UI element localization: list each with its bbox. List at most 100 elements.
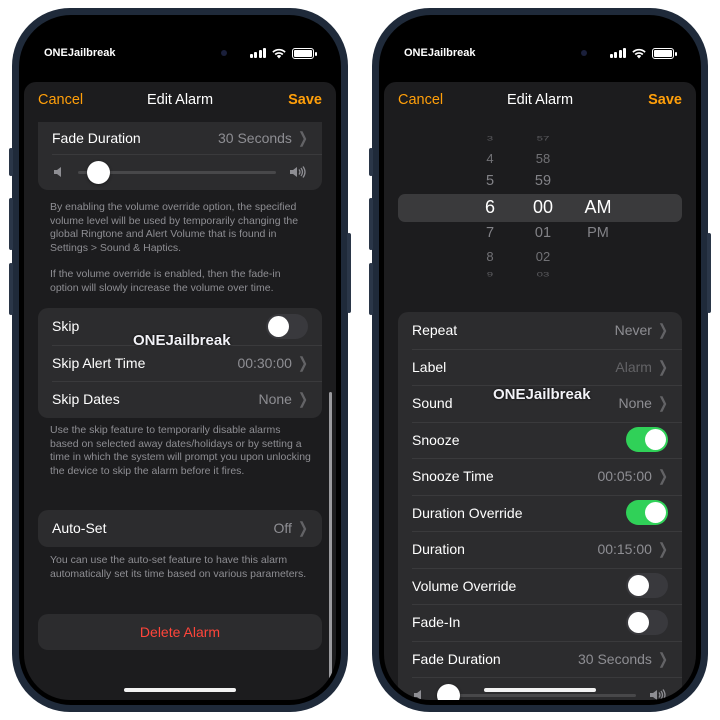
- chevron-right-icon: ❯: [297, 128, 308, 148]
- skip-group: Skip Skip Alert Time 00:30:00 ❯ Skip Dat…: [38, 308, 322, 418]
- duration-row[interactable]: Duration 00:15:00 ❯: [398, 531, 682, 568]
- nav-bar: Cancel Edit Alarm Save: [384, 82, 696, 118]
- save-button[interactable]: Save: [648, 92, 682, 108]
- minute-wheel[interactable]: 57 58 59 00 01 02 03: [520, 118, 566, 279]
- fade-duration-label: Fade Duration: [52, 130, 141, 146]
- minute-item[interactable]: 03: [520, 272, 566, 279]
- volume-slider[interactable]: [436, 683, 636, 700]
- signal-icon: [249, 48, 266, 58]
- fade-duration-value: 30 Seconds: [217, 130, 292, 146]
- hour-item[interactable]: 8: [470, 249, 510, 264]
- duration-override-label: Duration Override: [412, 504, 523, 521]
- auto-set-note: You can use the auto-set feature to have…: [50, 554, 307, 580]
- toggle-knob: [645, 502, 666, 524]
- hour-item[interactable]: 7: [470, 225, 510, 241]
- bezel: ONEJailbreak Cancel Edit Alarm Save Fade…: [19, 15, 341, 705]
- period-item[interactable]: PM: [576, 225, 620, 241]
- period-wheel[interactable]: AM PM: [576, 118, 620, 268]
- signal-icon: [609, 48, 626, 58]
- carrier-label: ONEJailbreak: [404, 47, 476, 59]
- hour-wheel[interactable]: 3 4 5 6 7 8 9: [470, 118, 510, 279]
- duration-override-toggle[interactable]: [626, 500, 668, 526]
- cancel-button[interactable]: Cancel: [38, 92, 83, 108]
- minute-item[interactable]: 02: [520, 249, 566, 264]
- chevron-right-icon: ❯: [657, 467, 668, 486]
- skip-row: Skip: [38, 308, 322, 345]
- minute-item[interactable]: 01: [520, 225, 566, 241]
- hour-item[interactable]: 3: [470, 136, 510, 143]
- volume-up-button: [9, 198, 13, 250]
- scroll-indicator[interactable]: [329, 392, 332, 684]
- chevron-right-icon: ❯: [657, 649, 668, 668]
- volume-slider-thumb[interactable]: [86, 160, 110, 184]
- minute-item[interactable]: 57: [520, 136, 566, 143]
- volume-override-note: By enabling the volume override option, …: [50, 201, 299, 254]
- label-row[interactable]: Label Alarm ❯: [398, 348, 682, 386]
- toggle-knob: [628, 611, 649, 633]
- minute-item[interactable]: 00: [520, 197, 566, 218]
- period-item[interactable]: AM: [576, 197, 620, 218]
- snooze-row: Snooze: [398, 421, 682, 459]
- battery-icon: [292, 47, 317, 59]
- minute-item[interactable]: 58: [520, 151, 566, 166]
- auto-set-label: Auto-Set: [52, 520, 107, 537]
- page-title: Edit Alarm: [506, 92, 574, 108]
- repeat-value: Never: [614, 322, 652, 339]
- hour-item[interactable]: 9: [470, 272, 510, 279]
- alarm-settings-group: Repeat Never ❯ Label Alarm ❯ Sound None …: [398, 312, 682, 700]
- fade-duration-value: 30 Seconds: [577, 650, 652, 667]
- volume-override-toggle[interactable]: [626, 573, 668, 599]
- fade-duration-row[interactable]: Fade Duration 30 Seconds ❯: [38, 122, 322, 154]
- snooze-time-label: Snooze Time: [412, 468, 494, 485]
- hour-item[interactable]: 4: [470, 151, 510, 166]
- hour-item[interactable]: 6: [470, 197, 510, 218]
- time-picker[interactable]: 3 4 5 6 7 8 9 57 58 59 00 01 02 03 AM PM: [384, 118, 696, 279]
- volume-slider[interactable]: [78, 160, 276, 184]
- fade-duration-row[interactable]: Fade Duration 30 Seconds ❯: [398, 640, 682, 678]
- home-indicator[interactable]: [124, 688, 236, 692]
- volume-up-button: [369, 198, 373, 250]
- status-bar: ONEJailbreak: [404, 44, 677, 62]
- minute-item[interactable]: 59: [520, 173, 566, 189]
- delete-alarm-button[interactable]: Delete Alarm: [38, 614, 322, 650]
- bezel: ONEJailbreak Cancel Edit Alarm Save 3 4 …: [379, 15, 701, 705]
- save-button[interactable]: Save: [288, 92, 322, 108]
- skip-alert-time-value: 00:30:00: [237, 354, 292, 371]
- repeat-row[interactable]: Repeat Never ❯: [398, 312, 682, 349]
- home-indicator[interactable]: [484, 688, 596, 692]
- cancel-button[interactable]: Cancel: [398, 92, 443, 108]
- skip-toggle[interactable]: [266, 313, 308, 339]
- skip-alert-time-row[interactable]: Skip Alert Time 00:30:00 ❯: [38, 344, 322, 382]
- chevron-right-icon: ❯: [297, 353, 308, 372]
- snooze-toggle[interactable]: [626, 427, 668, 453]
- toggle-knob: [268, 315, 289, 337]
- auto-set-value: Off: [273, 520, 292, 537]
- snooze-time-row[interactable]: Snooze Time 00:05:00 ❯: [398, 458, 682, 495]
- fade-in-toggle[interactable]: [626, 609, 668, 635]
- repeat-label: Repeat: [412, 322, 458, 339]
- sound-label: Sound: [412, 395, 453, 412]
- sound-row[interactable]: Sound None ❯: [398, 385, 682, 422]
- power-button: [707, 233, 711, 313]
- status-icons: [609, 47, 677, 59]
- sound-value: None: [618, 395, 652, 412]
- duration-override-row: Duration Override: [398, 494, 682, 532]
- mute-switch: [369, 148, 373, 176]
- mute-switch: [9, 148, 13, 176]
- fade-group: Fade Duration 30 Seconds ❯: [38, 122, 322, 190]
- skip-dates-row[interactable]: Skip Dates None ❯: [38, 381, 322, 418]
- snooze-label: Snooze: [412, 431, 460, 448]
- label-row-value: Alarm: [615, 358, 652, 375]
- volume-slider-thumb[interactable]: [436, 683, 460, 700]
- chevron-right-icon: ❯: [657, 394, 668, 413]
- skip-dates-label: Skip Dates: [52, 391, 120, 408]
- auto-set-row[interactable]: Auto-Set Off ❯: [38, 510, 322, 547]
- power-button: [347, 233, 351, 313]
- snooze-time-value: 00:05:00: [597, 468, 652, 485]
- screen-right: ONEJailbreak Cancel Edit Alarm Save 3 4 …: [384, 20, 696, 700]
- label-row-label: Label: [412, 358, 447, 375]
- hour-item[interactable]: 5: [470, 173, 510, 189]
- fade-in-label: Fade-In: [412, 614, 461, 631]
- edit-alarm-sheet: Cancel Edit Alarm Save 3 4 5 6 7 8 9 57 58 59 00 0…: [384, 82, 696, 700]
- page-title: Edit Alarm: [146, 92, 214, 108]
